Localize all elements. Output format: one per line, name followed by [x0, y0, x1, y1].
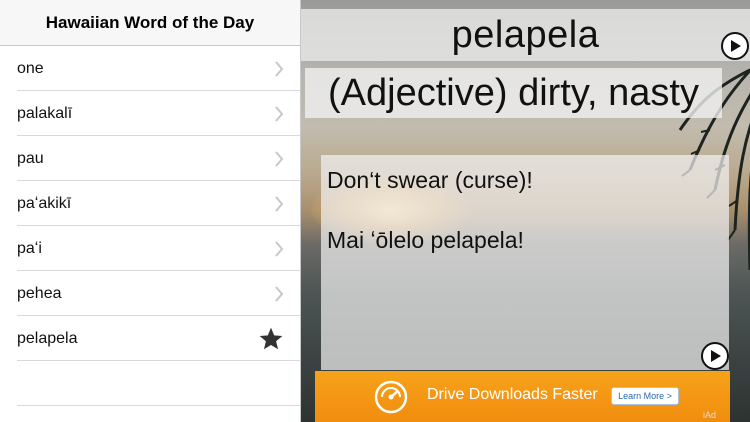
- list-item-pau[interactable]: pau: [0, 136, 300, 181]
- word-banner: pelapela: [301, 9, 750, 61]
- list-item-pai[interactable]: paʻi: [0, 226, 300, 271]
- row-divider: [17, 405, 300, 406]
- example-english: Don‘t swear (curse)!: [327, 167, 533, 193]
- list-item-pelapela[interactable]: pelapela: [0, 316, 300, 361]
- word-detail-panel: pelapela (Adjective) dirty, nasty Don‘t …: [301, 0, 750, 422]
- list-item-label: paʻakikī: [17, 194, 72, 212]
- chevron-right-icon: [275, 285, 284, 302]
- star-icon[interactable]: [258, 326, 284, 352]
- play-icon: [711, 350, 721, 362]
- list-item-label: one: [17, 59, 44, 77]
- ad-banner[interactable]: Drive Downloads Faster Learn More > iAd: [315, 371, 730, 422]
- word-definition: (Adjective) dirty, nasty: [328, 71, 699, 114]
- definition-banner: (Adjective) dirty, nasty: [305, 68, 722, 118]
- chevron-right-icon: [275, 195, 284, 212]
- chevron-right-icon: [275, 150, 284, 167]
- list-item-pehea[interactable]: pehea: [0, 271, 300, 316]
- list-item-label: paʻi: [17, 239, 42, 257]
- app-title: Hawaiian Word of the Day: [45, 12, 255, 32]
- example-sentence-box: Don‘t swear (curse)! Mai ʻōlelo pelapela…: [321, 155, 729, 370]
- word-list-panel: Hawaiian Word of the Day one palakalī pa…: [0, 0, 301, 422]
- learn-more-button[interactable]: Learn More >: [611, 387, 679, 405]
- chevron-right-icon: [275, 240, 284, 257]
- play-word-audio-button[interactable]: [721, 32, 749, 60]
- list-item-empty: [0, 361, 300, 406]
- list-item-label: pehea: [17, 284, 62, 302]
- iad-label: iAd: [702, 410, 716, 420]
- list-item-palakali[interactable]: palakalī: [0, 91, 300, 136]
- play-example-audio-button[interactable]: [701, 342, 729, 370]
- example-hawaiian: Mai ʻōlelo pelapela!: [327, 227, 524, 253]
- chevron-right-icon: [275, 60, 284, 77]
- list-item-paakiki[interactable]: paʻakikī: [0, 181, 300, 226]
- list-item-label: palakalī: [17, 104, 73, 122]
- word-title: pelapela: [451, 13, 600, 56]
- list-item-label: pau: [17, 149, 44, 167]
- play-icon: [731, 40, 741, 52]
- speedometer-icon: [374, 380, 408, 414]
- chevron-right-icon: [275, 105, 284, 122]
- list-item-label: pelapela: [17, 329, 78, 347]
- list-item-one[interactable]: one: [0, 46, 300, 91]
- list-header: Hawaiian Word of the Day: [0, 0, 300, 46]
- ad-headline: Drive Downloads Faster: [427, 386, 598, 403]
